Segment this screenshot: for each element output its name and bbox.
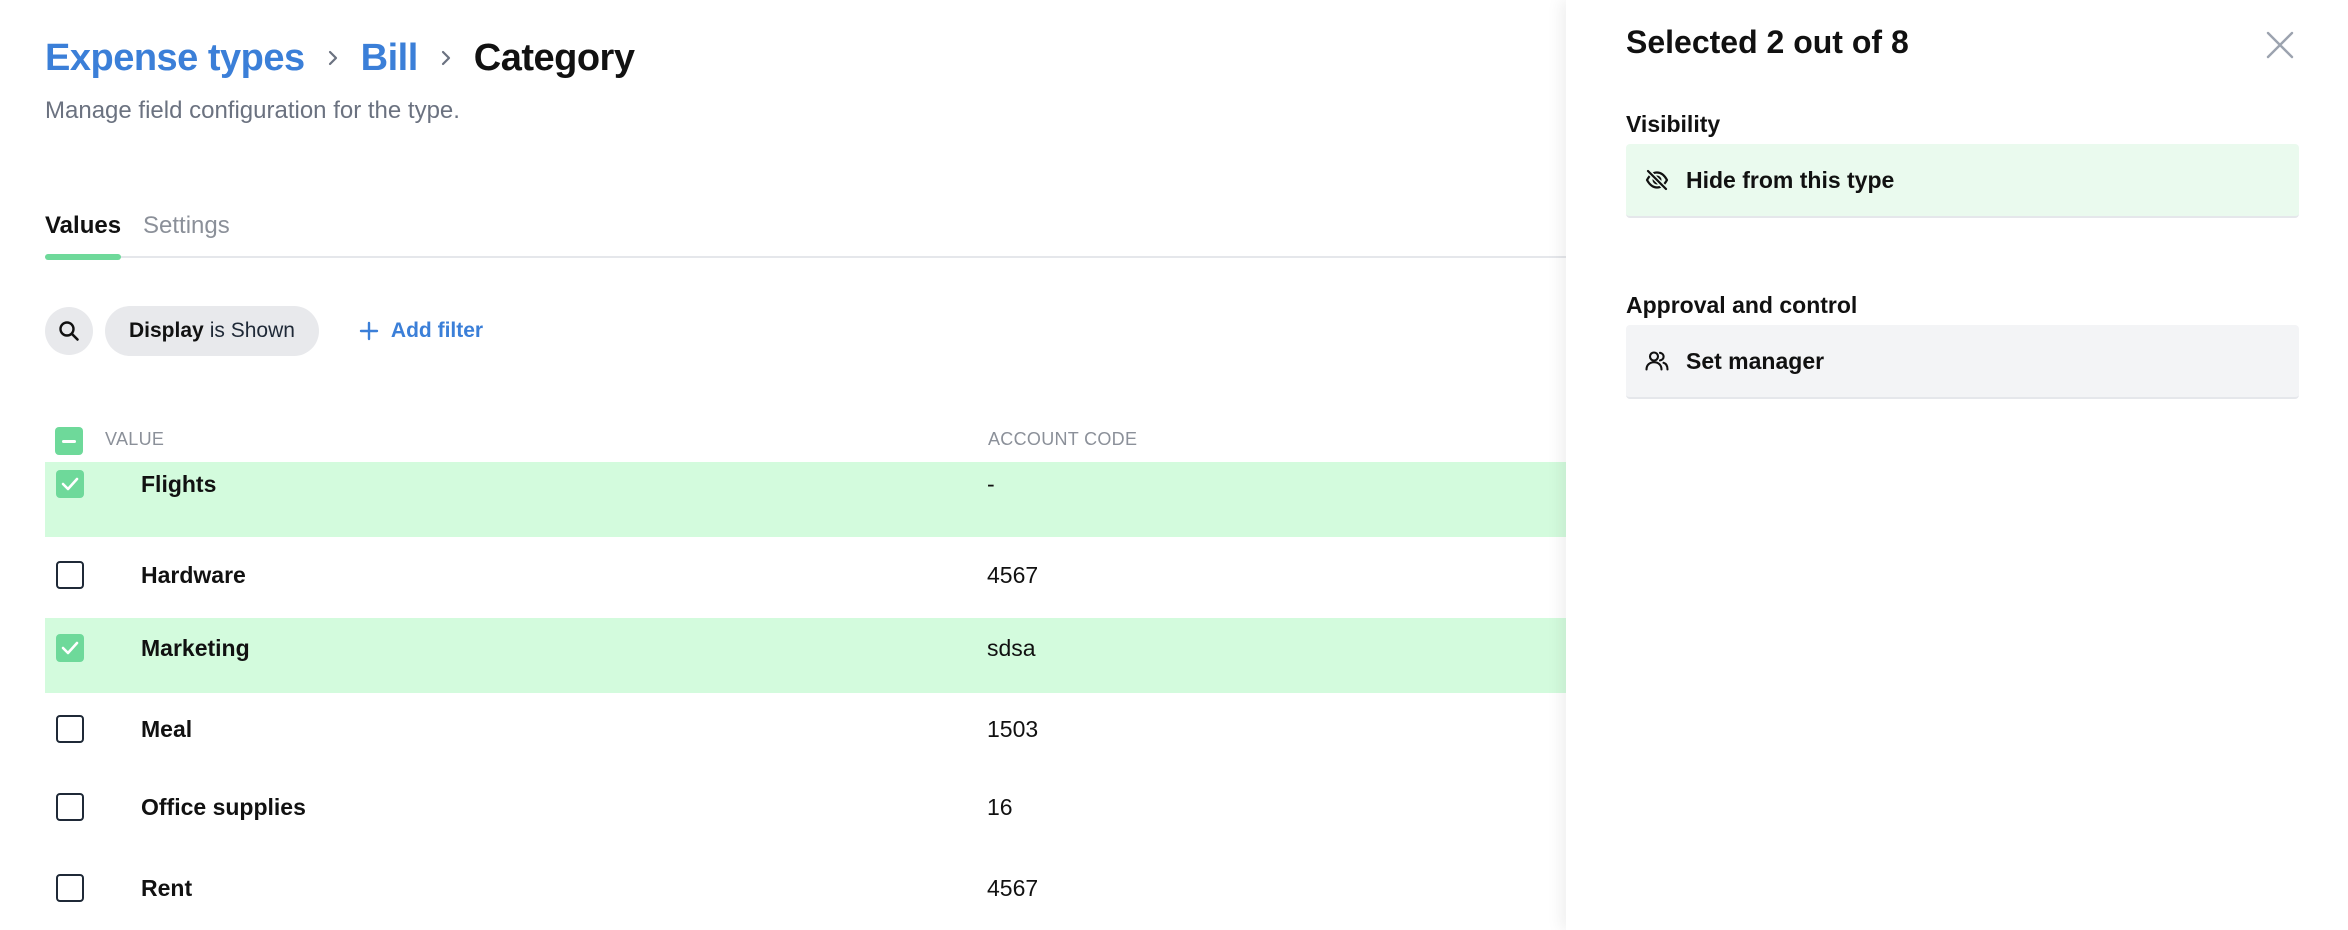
chevron-right-icon <box>313 38 353 78</box>
breadcrumb: Expense types Bill Category <box>45 30 635 86</box>
plus-icon <box>359 321 379 341</box>
table-header: VALUE ACCOUNT CODE <box>45 416 1566 462</box>
breadcrumb-bill[interactable]: Bill <box>361 37 419 80</box>
row-checkbox[interactable] <box>56 715 84 743</box>
bulk-actions-panel: Selected 2 out of 8 Visibility Hide from… <box>1566 0 2348 930</box>
row-account-code: sdsa <box>987 635 1036 661</box>
chevron-right-icon <box>426 38 466 78</box>
main-content: Expense types Bill Category Manage field… <box>0 0 1566 930</box>
search-icon <box>59 321 79 341</box>
check-icon <box>61 477 79 491</box>
check-icon <box>61 641 79 655</box>
row-checkbox[interactable] <box>56 874 84 902</box>
select-all-checkbox[interactable] <box>55 427 83 455</box>
tab-bar: Values Settings <box>45 208 1566 260</box>
breadcrumb-expense-types[interactable]: Expense types <box>45 37 305 80</box>
table-row[interactable]: Flights - <box>45 462 1566 537</box>
hide-from-type-label: Hide from this type <box>1686 166 1895 193</box>
tab-values[interactable]: Values <box>45 212 122 260</box>
row-account-code: 1503 <box>987 716 1039 742</box>
row-account-code: 16 <box>987 794 1013 820</box>
minus-icon <box>62 439 76 443</box>
values-table: VALUE ACCOUNT CODE Flights - Hardware 45… <box>45 416 1566 930</box>
page-subtitle: Manage field configuration for the type. <box>45 97 460 124</box>
filter-chip-field: Display <box>129 319 204 342</box>
row-value: Meal <box>141 716 193 742</box>
visibility-label: Visibility <box>1626 111 1721 137</box>
table-row[interactable]: Marketing sdsa <box>45 618 1566 693</box>
filter-chip-display[interactable]: Display is Shown <box>105 306 319 356</box>
filter-chip-condition: is Shown <box>209 319 295 342</box>
panel-title: Selected 2 out of 8 <box>1626 24 1909 60</box>
tab-settings[interactable]: Settings <box>143 212 230 258</box>
set-manager-label: Set manager <box>1686 347 1825 374</box>
close-icon <box>2266 31 2294 59</box>
filter-bar: Display is Shown Add filter <box>45 306 483 356</box>
add-filter-label: Add filter <box>390 319 484 342</box>
row-checkbox[interactable] <box>56 793 84 821</box>
close-button[interactable] <box>2263 28 2297 62</box>
hide-from-type-button[interactable]: Hide from this type <box>1626 144 2299 218</box>
eye-off-icon <box>1645 169 1669 191</box>
row-account-code: 4567 <box>987 562 1039 588</box>
users-icon <box>1645 351 1669 371</box>
row-checkbox[interactable] <box>56 634 84 662</box>
column-header-value[interactable]: VALUE <box>105 429 164 450</box>
add-filter-button[interactable]: Add filter <box>359 319 483 343</box>
row-checkbox[interactable] <box>56 470 84 498</box>
row-account-code: 4567 <box>987 875 1039 901</box>
row-value: Flights <box>141 471 217 497</box>
table-row[interactable]: Hardware 4567 <box>45 537 1566 618</box>
row-value: Hardware <box>141 562 246 588</box>
table-row[interactable]: Meal 1503 <box>45 693 1566 774</box>
set-manager-button[interactable]: Set manager <box>1626 325 2299 399</box>
row-value: Rent <box>141 875 193 901</box>
row-checkbox[interactable] <box>56 561 84 589</box>
page-title: Category <box>473 36 635 79</box>
row-value: Office supplies <box>141 794 306 820</box>
row-account-code: - <box>987 471 995 497</box>
table-row[interactable]: Office supplies 16 <box>45 774 1566 855</box>
search-button[interactable] <box>45 307 93 355</box>
approval-label: Approval and control <box>1626 292 1858 318</box>
table-row[interactable]: Rent 4567 <box>45 855 1566 930</box>
column-header-account-code[interactable]: ACCOUNT CODE <box>988 429 1137 450</box>
row-value: Marketing <box>141 635 250 661</box>
